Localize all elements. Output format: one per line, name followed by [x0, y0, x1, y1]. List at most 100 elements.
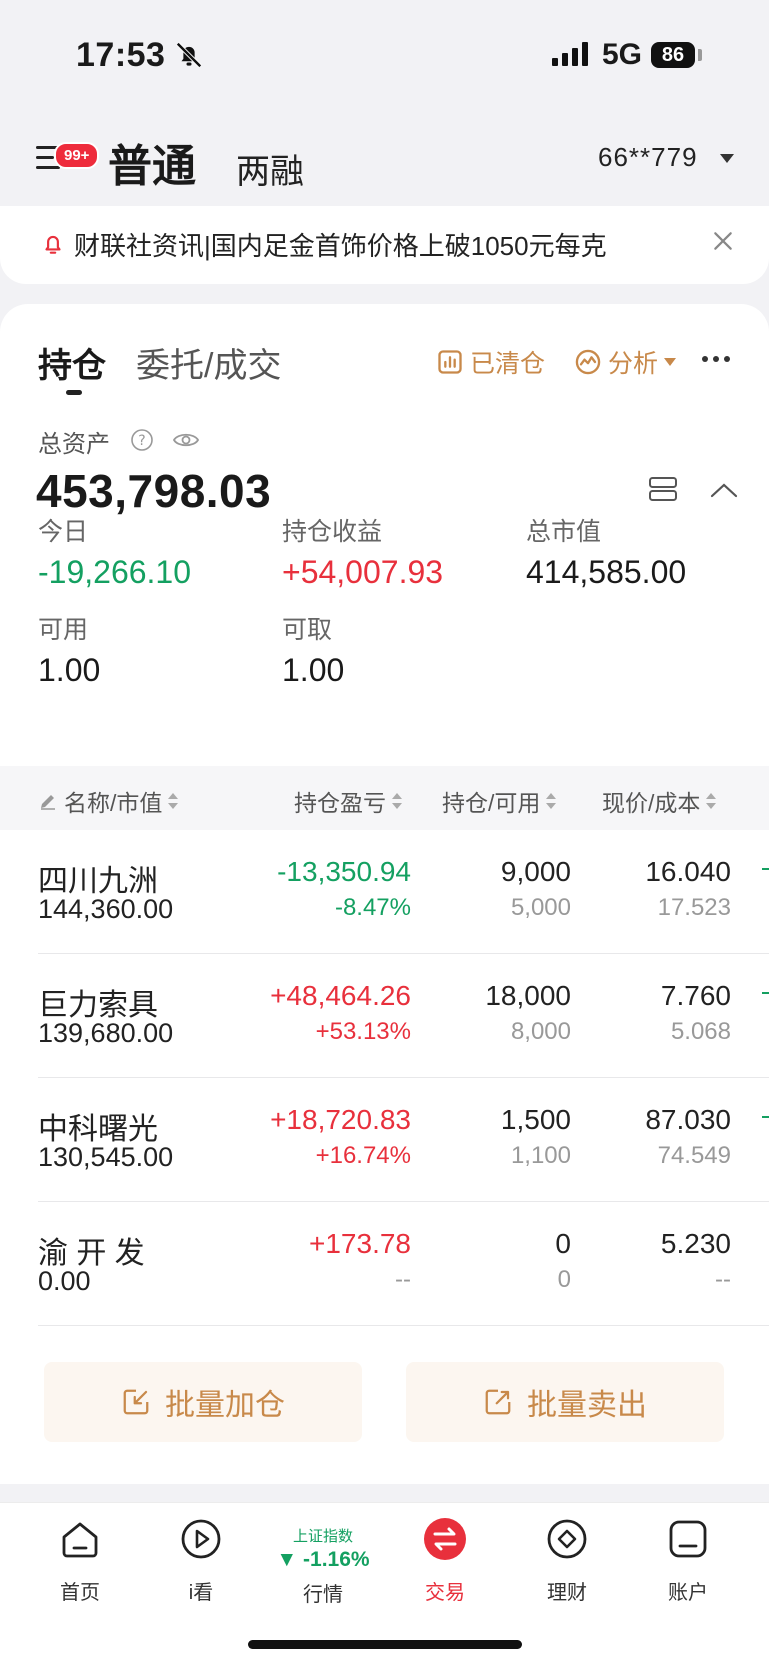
tab-orders[interactable]: 委托/成交 — [136, 338, 281, 387]
index-name: 上证指数 — [292, 1528, 353, 1545]
bulk-sell-button[interactable]: 批量卖出 — [406, 1362, 724, 1442]
today-label: 今日 — [38, 518, 89, 546]
nav-watch[interactable]: i看 — [146, 1517, 256, 1605]
stock-pl-pct: -8.47% — [334, 894, 411, 921]
stock-pl-pct: +16.74% — [315, 1142, 411, 1169]
holdings-table-header: 名称/市值 持仓盈亏 持仓/可用 现价/成本 — [0, 766, 769, 830]
nav-home[interactable]: 首页 — [25, 1517, 135, 1605]
chart-bar-icon — [438, 350, 462, 374]
eye-icon[interactable] — [172, 430, 200, 450]
available-label: 可用 — [38, 616, 89, 644]
bulk-sell-label: 批量卖出 — [527, 1389, 647, 1422]
finance-icon — [547, 1519, 587, 1559]
caret-down-icon — [664, 358, 677, 366]
column-pl-label: 持仓盈亏 — [294, 790, 386, 816]
play-icon — [181, 1519, 221, 1559]
bulk-add-icon — [123, 1389, 149, 1415]
home-icon — [62, 1522, 98, 1558]
news-notice-bar[interactable]: 财联社资讯|国内足金首饰价格上破1050元每克 — [0, 206, 769, 284]
nav-watch-label: i看 — [188, 1582, 214, 1604]
table-row[interactable]: 中科曙光 130,545.00 +18,720.83 +16.74% 1,500… — [0, 1078, 769, 1202]
analysis-button[interactable]: 分析 — [574, 344, 677, 380]
stock-pl: -13,350.94 — [277, 856, 411, 887]
holding-pl-value: +54,007.93 — [282, 554, 444, 590]
bulk-add-button[interactable]: 批量加仓 — [44, 1362, 362, 1442]
row-edge-marker — [762, 868, 769, 870]
stock-price: 7.760 — [660, 980, 731, 1011]
nav-market[interactable]: 上证指数 ▼ -1.16% 行情 — [268, 1519, 378, 1607]
stock-available: 1,100 — [510, 1142, 571, 1169]
help-icon[interactable]: ? — [130, 428, 154, 452]
notification-badge: 99+ — [54, 142, 100, 169]
close-icon[interactable] — [712, 230, 734, 252]
column-name[interactable]: 名称/市值 — [38, 784, 179, 818]
cleared-label: 已清仓 — [470, 350, 546, 378]
analysis-icon — [575, 349, 601, 375]
stock-qty: 1,500 — [500, 1104, 571, 1135]
tab-margin-account[interactable]: 两融 — [236, 144, 304, 193]
sort-icon — [168, 792, 179, 810]
stock-market-value: 130,545.00 — [38, 1142, 174, 1172]
column-price[interactable]: 现价/成本 — [602, 784, 717, 818]
holding-pl-label: 持仓收益 — [282, 518, 383, 546]
column-pl[interactable]: 持仓盈亏 — [294, 784, 402, 818]
total-assets-value: 453,798.03 — [36, 465, 272, 517]
account-icon — [669, 1520, 707, 1558]
stock-qty: 9,000 — [500, 856, 571, 887]
nav-account-label: 账户 — [668, 1582, 708, 1604]
available-value: 1.00 — [38, 652, 101, 688]
more-icon[interactable] — [702, 356, 730, 362]
holdings-card: 持仓 委托/成交 已清仓 分析 总资产 ? 453,798.03 今日 -19,… — [0, 304, 769, 1484]
table-row[interactable]: 巨力索具 139,680.00 +48,464.26 +53.13% 18,00… — [0, 954, 769, 1078]
stock-qty: 0 — [555, 1228, 571, 1259]
edit-icon[interactable] — [38, 791, 58, 811]
nav-market-label: 行情 — [303, 1584, 343, 1606]
status-time: 17:53 — [76, 36, 166, 74]
nav-finance-label: 理财 — [547, 1582, 587, 1604]
index-change: ▼ -1.16% — [276, 1548, 370, 1571]
stock-pl: +18,720.83 — [270, 1104, 411, 1135]
sort-icon — [546, 792, 557, 810]
list-view-icon[interactable] — [648, 476, 678, 502]
stock-qty: 18,000 — [485, 980, 571, 1011]
app-header: 99+ 普通 两融 66**779 — [0, 120, 769, 200]
cleared-positions-button[interactable]: 已清仓 — [436, 344, 545, 380]
stock-cost: -- — [715, 1266, 731, 1293]
stock-pl: +48,464.26 — [270, 980, 411, 1011]
nav-trade[interactable]: 交易 — [390, 1517, 500, 1605]
sort-icon — [392, 792, 402, 810]
caret-down-icon[interactable] — [720, 154, 734, 163]
stock-available: 5,000 — [510, 894, 571, 921]
tab-active-indicator — [66, 390, 82, 395]
tab-normal-account[interactable]: 普通 — [108, 130, 196, 194]
tab-holdings[interactable]: 持仓 — [38, 338, 106, 387]
nav-finance[interactable]: 理财 — [512, 1517, 622, 1605]
stock-cost: 5.068 — [670, 1018, 731, 1045]
stock-available: 8,000 — [510, 1018, 571, 1045]
withdrawable-label: 可取 — [282, 616, 333, 644]
row-edge-marker — [762, 992, 769, 994]
stock-market-value: 139,680.00 — [38, 1018, 174, 1048]
stock-price: 87.030 — [645, 1104, 731, 1135]
battery-tip — [698, 49, 702, 61]
home-indicator[interactable] — [248, 1640, 522, 1649]
stock-cost: 17.523 — [657, 894, 731, 921]
nav-home-label: 首页 — [60, 1582, 100, 1604]
stock-price: 5.230 — [660, 1228, 731, 1259]
table-row[interactable]: 四川九洲 144,360.00 -13,350.94 -8.47% 9,000 … — [0, 830, 769, 954]
status-bar: 17:53 5G 86 — [0, 0, 769, 100]
account-selector[interactable]: 66**779 — [598, 142, 698, 173]
bell-icon — [45, 235, 61, 254]
stock-pl: +173.78 — [309, 1228, 411, 1259]
nav-account[interactable]: 账户 — [633, 1517, 743, 1605]
table-row[interactable]: 渝 开 发 0.00 +173.78 -- 0 0 5.230 -- — [0, 1202, 769, 1326]
network-type: 5G — [602, 38, 643, 71]
chevron-up-icon[interactable] — [710, 482, 738, 498]
withdrawable-value: 1.00 — [282, 652, 345, 688]
notice-text[interactable]: 财联社资讯|国内足金首饰价格上破1050元每克 — [74, 226, 607, 263]
sort-icon — [706, 792, 717, 810]
battery-icon: 86 — [651, 42, 695, 68]
column-qty[interactable]: 持仓/可用 — [442, 784, 557, 818]
row-edge-marker — [762, 1116, 769, 1118]
column-price-label: 现价/成本 — [602, 790, 701, 816]
